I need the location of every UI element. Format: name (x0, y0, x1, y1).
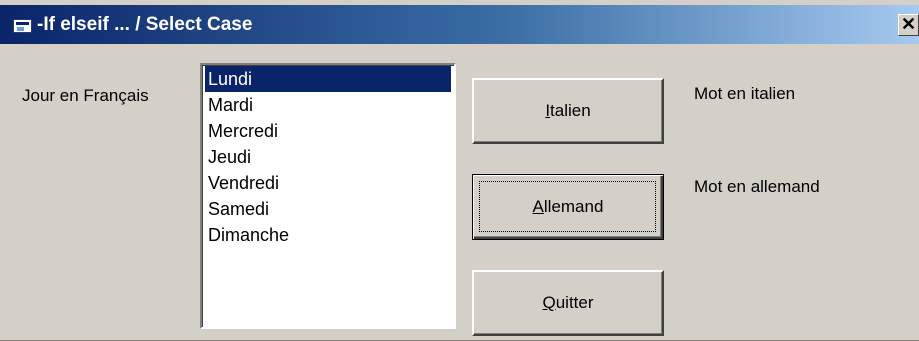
list-item-mardi[interactable]: Mardi (205, 92, 451, 118)
window-title: -If elseif ... / Select Case (37, 14, 253, 35)
italien-rest: talien (550, 101, 591, 120)
jour-label: Jour en Français (22, 86, 149, 105)
list-item-jeudi[interactable]: Jeudi (205, 144, 451, 170)
close-icon[interactable]: ✕ (898, 14, 919, 36)
allemand-button[interactable]: Allemand (472, 174, 664, 240)
list-item-samedi[interactable]: Samedi (205, 196, 451, 222)
allemand-rest: llemand (543, 197, 604, 216)
quitter-rest: uitter (555, 293, 594, 312)
italien-button-label: Italien (474, 101, 662, 121)
allemand-mnemonic: A (532, 197, 544, 216)
list-item-vendredi[interactable]: Vendredi (205, 170, 451, 196)
quitter-mnemonic: Q (542, 293, 556, 312)
italien-button[interactable]: Italien (472, 78, 664, 144)
day-listbox[interactable]: Lundi Mardi Mercredi Jeudi Vendredi Same… (200, 63, 456, 329)
mot-italien-label: Mot en italien (694, 84, 796, 103)
mot-allemand-label: Mot en allemand (694, 177, 820, 196)
list-item-lundi[interactable]: Lundi (205, 66, 451, 92)
quitter-button[interactable]: Quitter (472, 270, 664, 336)
form-window-icon[interactable] (13, 19, 32, 33)
list-item-mercredi[interactable]: Mercredi (205, 118, 451, 144)
title-bar[interactable]: -If elseif ... / Select Case ✕ (0, 5, 919, 44)
allemand-button-label: Allemand (473, 197, 663, 217)
list-item-dimanche[interactable]: Dimanche (205, 222, 451, 248)
app-window: -If elseif ... / Select Case ✕ Jour en F… (0, 0, 919, 341)
quitter-button-label: Quitter (474, 293, 662, 313)
